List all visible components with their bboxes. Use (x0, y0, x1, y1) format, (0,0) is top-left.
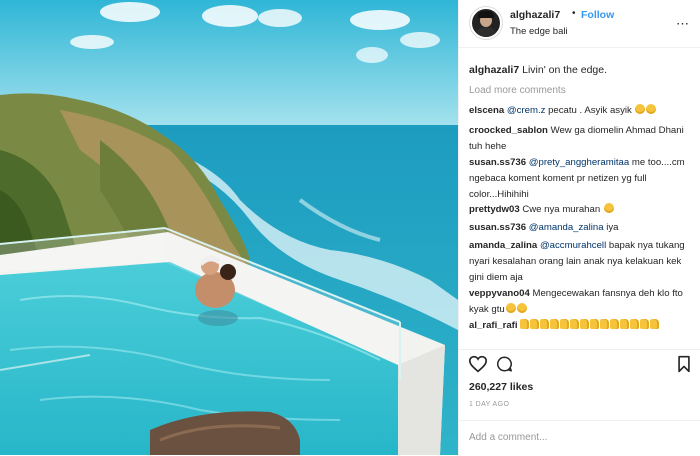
thumbs-up-icon (640, 319, 650, 329)
comment-mention[interactable]: @amanda_zalina (529, 222, 604, 233)
post-header: alghazali7 • Follow The edge bali ⋯ (459, 0, 700, 48)
action-bar (459, 349, 700, 376)
emoji-icon (646, 104, 657, 114)
comment-username[interactable]: prettydw03 (469, 204, 520, 215)
thumbs-up-icon (580, 319, 590, 329)
load-more-comments-button[interactable]: Load more comments (469, 85, 566, 96)
separator-dot: • (572, 8, 576, 19)
comment-mention[interactable]: @prety_anggheramitaa (529, 157, 629, 168)
thumbs-up-icon (590, 319, 600, 329)
comment-username[interactable]: amanda_zalina (469, 240, 537, 251)
comment-username[interactable]: croocked_sablon (469, 125, 548, 136)
comment-item: elscena @crem.z pecatu . Asyik asyik (469, 103, 691, 119)
thumbs-up-icon (610, 319, 620, 329)
thumbs-up-icon (560, 319, 570, 329)
bookmark-icon[interactable] (677, 355, 691, 373)
thumbs-up-icon (620, 319, 630, 329)
comment-text: Cwe nya murahan (519, 204, 603, 215)
thumbs-up-icon (600, 319, 610, 329)
heart-icon[interactable] (468, 355, 488, 373)
thumbs-up-icons (520, 319, 660, 331)
follow-button[interactable]: Follow (581, 9, 614, 21)
emoji-icon (603, 203, 614, 213)
emoji-icon (505, 303, 516, 313)
comment-username[interactable]: susan.ss736 (469, 222, 526, 233)
comment-item: veppyvano04 Mengecewakan fansnya deh klo… (469, 286, 691, 318)
post-details-panel: alghazali7 • Follow The edge bali ⋯ algh… (458, 0, 700, 455)
thumbs-up-icon (630, 319, 640, 329)
post-caption: alghazali7 Livin' on the edge. (469, 64, 607, 76)
comment-username[interactable]: al_rafi_rafi (469, 320, 518, 331)
comment-item: susan.ss736 @prety_anggheramitaa me too.… (469, 155, 691, 203)
comment-text: iya (603, 222, 619, 233)
emoji-icon (635, 104, 646, 114)
location-link[interactable]: The edge bali (510, 26, 568, 37)
comment-mention[interactable]: @accmurahcell (540, 240, 606, 251)
add-comment-input[interactable] (469, 432, 639, 443)
likes-count[interactable]: 260,227 likes (469, 381, 533, 393)
thumbs-up-icon (540, 319, 550, 329)
comment-icon[interactable] (495, 355, 514, 373)
author-username[interactable]: alghazali7 (510, 9, 560, 21)
post-timestamp: 1 DAY AGO (469, 401, 510, 408)
thumbs-up-icon (570, 319, 580, 329)
comment-item: croocked_sablon Wew ga diomelin Ahmad Dh… (469, 123, 691, 155)
comment-item: susan.ss736 @amanda_zalina iya (469, 220, 691, 236)
thumbs-up-icon (530, 319, 540, 329)
post-photo[interactable] (0, 0, 458, 455)
caption-username[interactable]: alghazali7 (469, 64, 519, 76)
instagram-post: alghazali7 • Follow The edge bali ⋯ algh… (0, 0, 700, 455)
comment-item: amanda_zalina @accmurahcell bapak nya tu… (469, 238, 691, 286)
caption-text: Livin' on the edge. (522, 64, 608, 76)
pool-photo-illustration (0, 0, 458, 455)
comment-username[interactable]: veppyvano04 (469, 288, 530, 299)
more-options-icon[interactable]: ⋯ (676, 16, 690, 32)
comment-item: al_rafi_rafi (469, 318, 691, 334)
comment-username[interactable]: elscena (469, 105, 504, 116)
thumbs-up-icon (650, 319, 660, 329)
thumbs-up-icon (550, 319, 560, 329)
comment-mention[interactable]: @crem.z (507, 105, 546, 116)
avatar[interactable] (470, 7, 502, 39)
thumbs-up-icon (520, 319, 530, 329)
emoji-icon (516, 303, 527, 313)
comment-username[interactable]: susan.ss736 (469, 157, 526, 168)
add-comment-bar (459, 420, 700, 456)
comment-text: pecatu . Asyik asyik (545, 105, 635, 116)
comment-item: prettydw03 Cwe nya murahan (469, 202, 691, 218)
